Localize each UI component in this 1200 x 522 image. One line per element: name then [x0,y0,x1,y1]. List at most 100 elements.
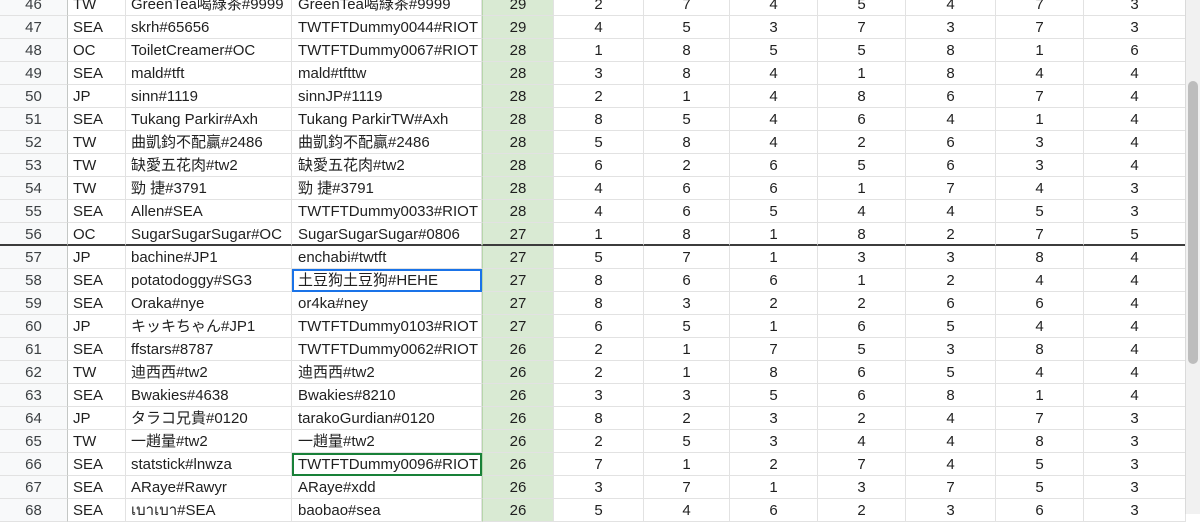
placement-cell[interactable]: 1 [730,246,818,269]
placement-cell[interactable]: 6 [730,177,818,200]
placement-cell[interactable]: 4 [1084,384,1186,407]
placement-cell[interactable]: 1 [730,223,818,246]
placement-cell[interactable]: 3 [1084,177,1186,200]
row-number[interactable]: 63 [0,384,68,407]
placement-cell[interactable]: 4 [1084,315,1186,338]
placement-cell[interactable]: 4 [1084,85,1186,108]
placement-cell[interactable]: 4 [1084,131,1186,154]
placement-cell[interactable]: 6 [730,269,818,292]
alt-id-cell[interactable]: tarakoGurdian#0120 [292,407,482,430]
placement-cell[interactable]: 5 [818,154,906,177]
placement-cell[interactable]: 2 [554,85,644,108]
alt-id-cell[interactable]: Bwakies#8210 [292,384,482,407]
placement-cell[interactable]: 7 [996,0,1084,16]
placement-cell[interactable]: 6 [906,154,996,177]
alt-id-cell[interactable]: TWTFTDummy0103#RIOT [292,315,482,338]
placement-cell[interactable]: 3 [730,16,818,39]
placement-cell[interactable]: 7 [996,16,1084,39]
placement-cell[interactable]: 7 [644,476,730,499]
placement-cell[interactable]: 5 [1084,223,1186,246]
placement-cell[interactable]: 6 [644,269,730,292]
placement-cell[interactable]: 3 [996,154,1084,177]
placement-cell[interactable]: 7 [906,177,996,200]
placement-cell[interactable]: 3 [1084,453,1186,476]
placement-cell[interactable]: 1 [554,223,644,246]
placement-cell[interactable]: 3 [906,338,996,361]
riot-id-cell[interactable]: sinn#1119 [126,85,292,108]
score-cell[interactable]: 28 [482,85,554,108]
placement-cell[interactable]: 8 [644,62,730,85]
placement-cell[interactable]: 1 [644,453,730,476]
placement-cell[interactable]: 1 [730,476,818,499]
placement-cell[interactable]: 2 [554,430,644,453]
riot-id-cell[interactable]: ARaye#Rawyr [126,476,292,499]
region-cell[interactable]: JP [68,246,126,269]
scrollbar-thumb[interactable] [1188,81,1198,364]
alt-id-cell[interactable]: ARaye#xdd [292,476,482,499]
region-cell[interactable]: SEA [68,62,126,85]
placement-cell[interactable]: 2 [554,0,644,16]
placement-cell[interactable]: 3 [1084,0,1186,16]
placement-cell[interactable]: 5 [644,430,730,453]
riot-id-cell[interactable]: 勁 捷#3791 [126,177,292,200]
placement-cell[interactable]: 7 [644,0,730,16]
placement-cell[interactable]: 5 [996,453,1084,476]
placement-cell[interactable]: 6 [996,499,1084,522]
placement-cell[interactable]: 2 [818,407,906,430]
placement-cell[interactable]: 5 [996,476,1084,499]
placement-cell[interactable]: 5 [730,200,818,223]
placement-cell[interactable]: 7 [906,476,996,499]
placement-cell[interactable]: 4 [996,62,1084,85]
placement-cell[interactable]: 5 [730,384,818,407]
score-cell[interactable]: 26 [482,407,554,430]
score-cell[interactable]: 27 [482,246,554,269]
alt-id-cell[interactable]: TWTFTDummy0033#RIOT [292,200,482,223]
alt-id-cell[interactable]: baobao#sea [292,499,482,522]
placement-cell[interactable]: 2 [818,499,906,522]
placement-cell[interactable]: 1 [644,361,730,384]
placement-cell[interactable]: 8 [644,131,730,154]
placement-cell[interactable]: 1 [996,108,1084,131]
placement-cell[interactable]: 2 [644,154,730,177]
placement-cell[interactable]: 3 [1084,476,1186,499]
placement-cell[interactable]: 7 [730,338,818,361]
region-cell[interactable]: SEA [68,292,126,315]
region-cell[interactable]: SEA [68,338,126,361]
placement-cell[interactable]: 3 [906,499,996,522]
alt-id-cell[interactable]: TWTFTDummy0062#RIOT [292,338,482,361]
region-cell[interactable]: TW [68,0,126,16]
placement-cell[interactable]: 4 [906,200,996,223]
placement-cell[interactable]: 7 [996,223,1084,246]
riot-id-cell[interactable]: Bwakies#4638 [126,384,292,407]
placement-cell[interactable]: 4 [996,269,1084,292]
row-number[interactable]: 55 [0,200,68,223]
row-number[interactable]: 51 [0,108,68,131]
region-cell[interactable]: SEA [68,499,126,522]
placement-cell[interactable]: 4 [730,85,818,108]
placement-cell[interactable]: 6 [730,499,818,522]
score-cell[interactable]: 28 [482,154,554,177]
score-cell[interactable]: 26 [482,499,554,522]
row-number[interactable]: 64 [0,407,68,430]
region-cell[interactable]: TW [68,154,126,177]
placement-cell[interactable]: 2 [730,453,818,476]
placement-cell[interactable]: 6 [1084,39,1186,62]
riot-id-cell[interactable]: タラコ兄貴#0120 [126,407,292,430]
placement-cell[interactable]: 1 [730,315,818,338]
score-cell[interactable]: 28 [482,39,554,62]
placement-cell[interactable]: 3 [644,384,730,407]
score-cell[interactable]: 29 [482,16,554,39]
placement-cell[interactable]: 7 [818,453,906,476]
score-cell[interactable]: 26 [482,384,554,407]
region-cell[interactable]: SEA [68,108,126,131]
alt-id-cell[interactable]: TWTFTDummy0096#RIOT [292,453,482,476]
row-number[interactable]: 52 [0,131,68,154]
score-cell[interactable]: 26 [482,453,554,476]
region-cell[interactable]: TW [68,361,126,384]
placement-cell[interactable]: 7 [644,246,730,269]
placement-cell[interactable]: 3 [730,430,818,453]
riot-id-cell[interactable]: 迪西西#tw2 [126,361,292,384]
placement-cell[interactable]: 3 [906,16,996,39]
placement-cell[interactable]: 8 [554,108,644,131]
placement-cell[interactable]: 1 [818,62,906,85]
